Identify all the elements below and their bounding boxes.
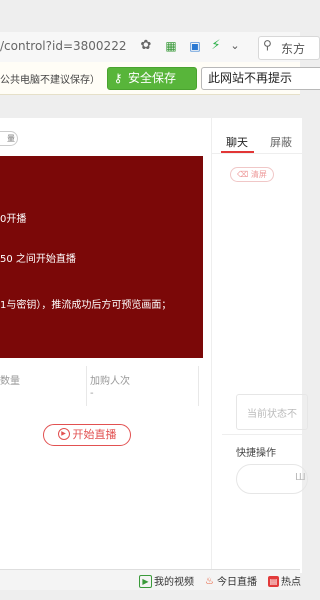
secure-save-button[interactable]: ⚷ 安全保存 [107, 67, 197, 90]
password-save-bar: 公共电脑不建议保存） ⚷ 安全保存 此网站不再提示 [0, 62, 320, 95]
video-text-line: 0开播 [0, 214, 27, 225]
search-input[interactable]: 东方 [281, 40, 305, 57]
tab-block[interactable]: 屏蔽 [270, 134, 292, 150]
password-hint-text: 公共电脑不建议保存） [0, 75, 100, 86]
trash-icon: ⌫ [237, 170, 249, 179]
live-control-card: 量 0开播 50 之间开始直播 1与密钥），推流成功后方可预览画面； 数量 加购… [0, 118, 211, 573]
quick-action-input[interactable]: Ш [236, 464, 308, 494]
my-videos-link[interactable]: ▶ 我的视频 [139, 573, 194, 589]
search-box[interactable]: ⚲ 东方 [258, 36, 320, 60]
stat-value: - [90, 388, 94, 399]
chat-status-box: 当前状态不 [236, 394, 308, 430]
divider [86, 366, 87, 406]
hot-topics-link[interactable]: ▤ 热点 [268, 573, 301, 588]
chat-panel: 聊天 屏蔽 ⌫ 清屏 当前状态不 快捷操作 Ш [212, 118, 308, 573]
hot-icon: ▤ [268, 575, 279, 587]
video-preview: 0开播 50 之间开始直播 1与密钥），推流成功后方可预览画面； [0, 156, 203, 358]
quick-actions-label: 快捷操作 [236, 448, 276, 459]
video-text-line: 1与密钥），推流成功后方可预览画面； [0, 300, 172, 311]
settings-icon[interactable]: ✿ [138, 38, 154, 54]
url-field[interactable]: /control?id=3800222 [0, 39, 126, 53]
bottom-bar: ▶ 我的视频 ♨ 今日直播 ▤ 热点 [0, 569, 301, 590]
search-icon: ⚲ [263, 38, 272, 52]
stat-label: 加购人次 [90, 376, 130, 387]
today-live-link[interactable]: ♨ 今日直播 [204, 573, 257, 589]
divider [212, 153, 302, 154]
video-text-line: 50 之间开始直播 [0, 254, 76, 265]
divider [222, 434, 302, 435]
bolt-icon[interactable]: ⚡ [208, 38, 224, 54]
today-live-label: 今日直播 [217, 577, 257, 588]
fire-icon: ♨ [205, 575, 214, 587]
clear-screen-button[interactable]: ⌫ 清屏 [230, 167, 274, 182]
chevron-down-icon[interactable]: ⌄ [227, 38, 243, 54]
tag-pill: 量 [0, 131, 18, 146]
hot-topics-label: 热点 [281, 577, 301, 588]
play-icon: ▶ [57, 428, 70, 440]
never-prompt-button[interactable]: 此网站不再提示 [201, 67, 320, 90]
browser-address-bar: /control?id=3800222 ✿ ▦ ▣ ⚡ ⌄ ⚲ 东方 [0, 32, 320, 63]
status-placeholder: 当前状态不 [247, 409, 297, 420]
start-live-label: 开始直播 [72, 428, 117, 441]
stat-label: 数量 [0, 376, 20, 387]
my-videos-label: 我的视频 [154, 577, 194, 588]
image-icon[interactable]: ▣ [187, 38, 203, 54]
tab-chat[interactable]: 聊天 [226, 134, 248, 150]
grid-icon[interactable]: ▦ [163, 38, 179, 54]
quick-input-text: Ш [295, 472, 306, 483]
clear-screen-label: 清屏 [250, 170, 267, 179]
divider [198, 366, 199, 406]
key-icon: ⚷ [113, 71, 123, 85]
stats-row: 数量 加购人次 - [0, 366, 203, 411]
secure-save-label: 安全保存 [128, 71, 177, 85]
start-live-button[interactable]: ▶ 开始直播 [43, 424, 131, 446]
video-icon: ▶ [139, 574, 152, 588]
